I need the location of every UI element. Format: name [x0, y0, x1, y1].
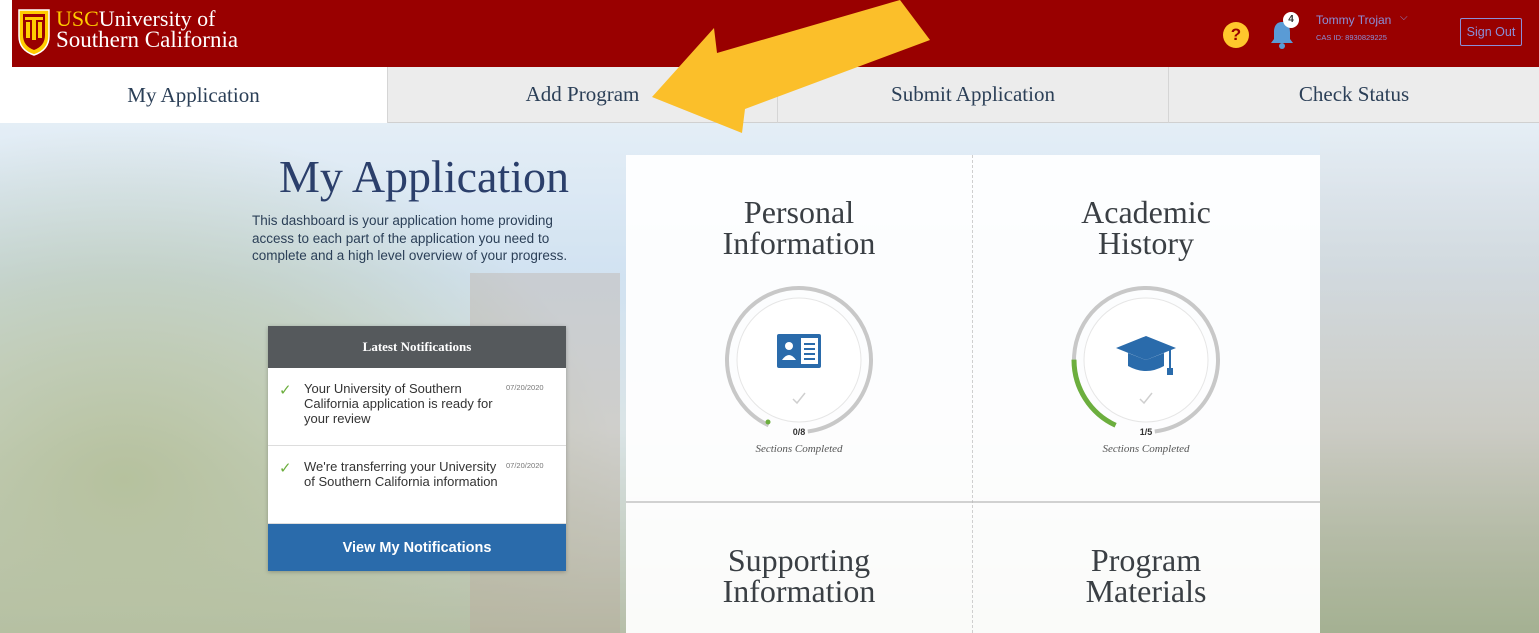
section-title: Supporting Information: [626, 542, 972, 609]
progress-ring: [1066, 280, 1226, 440]
notification-message: Your University of Southern California a…: [304, 381, 493, 426]
tab-submit-application[interactable]: Submit Application: [778, 67, 1169, 123]
sections-count: 0/8: [792, 427, 806, 437]
user-menu-name[interactable]: Tommy Trojan: [1316, 13, 1391, 27]
progress-ring-svg: [1071, 285, 1221, 435]
progress-ring-svg: [725, 286, 873, 434]
sections-completed-label: Sections Completed: [1102, 443, 1190, 455]
notification-count-badge: 4: [1283, 12, 1299, 28]
section-title-line2: Materials: [1085, 573, 1207, 609]
section-title: Academic History: [973, 194, 1319, 261]
notifications-panel: Latest Notifications ✓ Your University o…: [268, 326, 566, 571]
tab-my-application[interactable]: My Application: [0, 67, 388, 123]
logo-line2: Southern California: [56, 27, 239, 52]
sections-grid: Personal Information 0/8 Sections Comple…: [626, 155, 1320, 633]
page-intro: This dashboard is your application home …: [252, 213, 568, 263]
section-title-line1: Supporting: [727, 542, 871, 578]
sections-count: 1/5: [1139, 427, 1153, 437]
user-cas-id: CAS ID: 8930829225: [1316, 33, 1387, 42]
tab-check-status[interactable]: Check Status: [1169, 67, 1539, 123]
thumbs-up-icon: ✓: [279, 460, 292, 477]
sign-out-button[interactable]: Sign Out: [1460, 18, 1522, 46]
divider: [626, 501, 1320, 503]
section-title: Personal Information: [626, 194, 972, 261]
notification-item[interactable]: ✓ Your University of Southern California…: [268, 368, 566, 446]
section-title-line2: History: [1098, 225, 1194, 261]
section-title-line2: Information: [722, 225, 876, 261]
id-card-icon: [777, 334, 821, 368]
thumbs-up-icon: ✓: [279, 382, 292, 399]
progress-ring: [719, 280, 879, 440]
notifications-heading: Latest Notifications: [268, 326, 566, 368]
tab-add-program[interactable]: Add Program: [388, 67, 778, 123]
logo-wordmark: USCUniversity of Southern California: [56, 8, 239, 52]
help-icon[interactable]: ?: [1223, 22, 1249, 48]
top-header: USCUniversity of Southern California ? 4…: [0, 0, 1539, 67]
usc-seal-icon: [18, 9, 50, 56]
section-title-line1: Program: [1090, 542, 1202, 578]
section-title: Program Materials: [973, 542, 1319, 609]
section-title-line1: Personal: [743, 194, 855, 230]
section-title-line1: Academic: [1081, 194, 1211, 230]
notification-date: 07/20/2020: [506, 461, 544, 470]
chevron-down-icon[interactable]: ⌵: [1400, 12, 1408, 23]
main-tabs: My Application Add Program Submit Applic…: [0, 67, 1539, 123]
notification-item[interactable]: ✓ We're transferring your University of …: [268, 446, 566, 524]
view-notifications-button[interactable]: View My Notifications: [268, 524, 566, 571]
usc-logo[interactable]: USCUniversity of Southern California: [16, 8, 238, 56]
sections-completed-label: Sections Completed: [755, 443, 843, 455]
notification-date: 07/20/2020: [506, 383, 544, 392]
header-edge: [0, 0, 12, 67]
notification-message: We're transferring your University of So…: [304, 459, 498, 489]
section-title-line2: Information: [722, 573, 876, 609]
page-title: My Application: [278, 151, 569, 202]
